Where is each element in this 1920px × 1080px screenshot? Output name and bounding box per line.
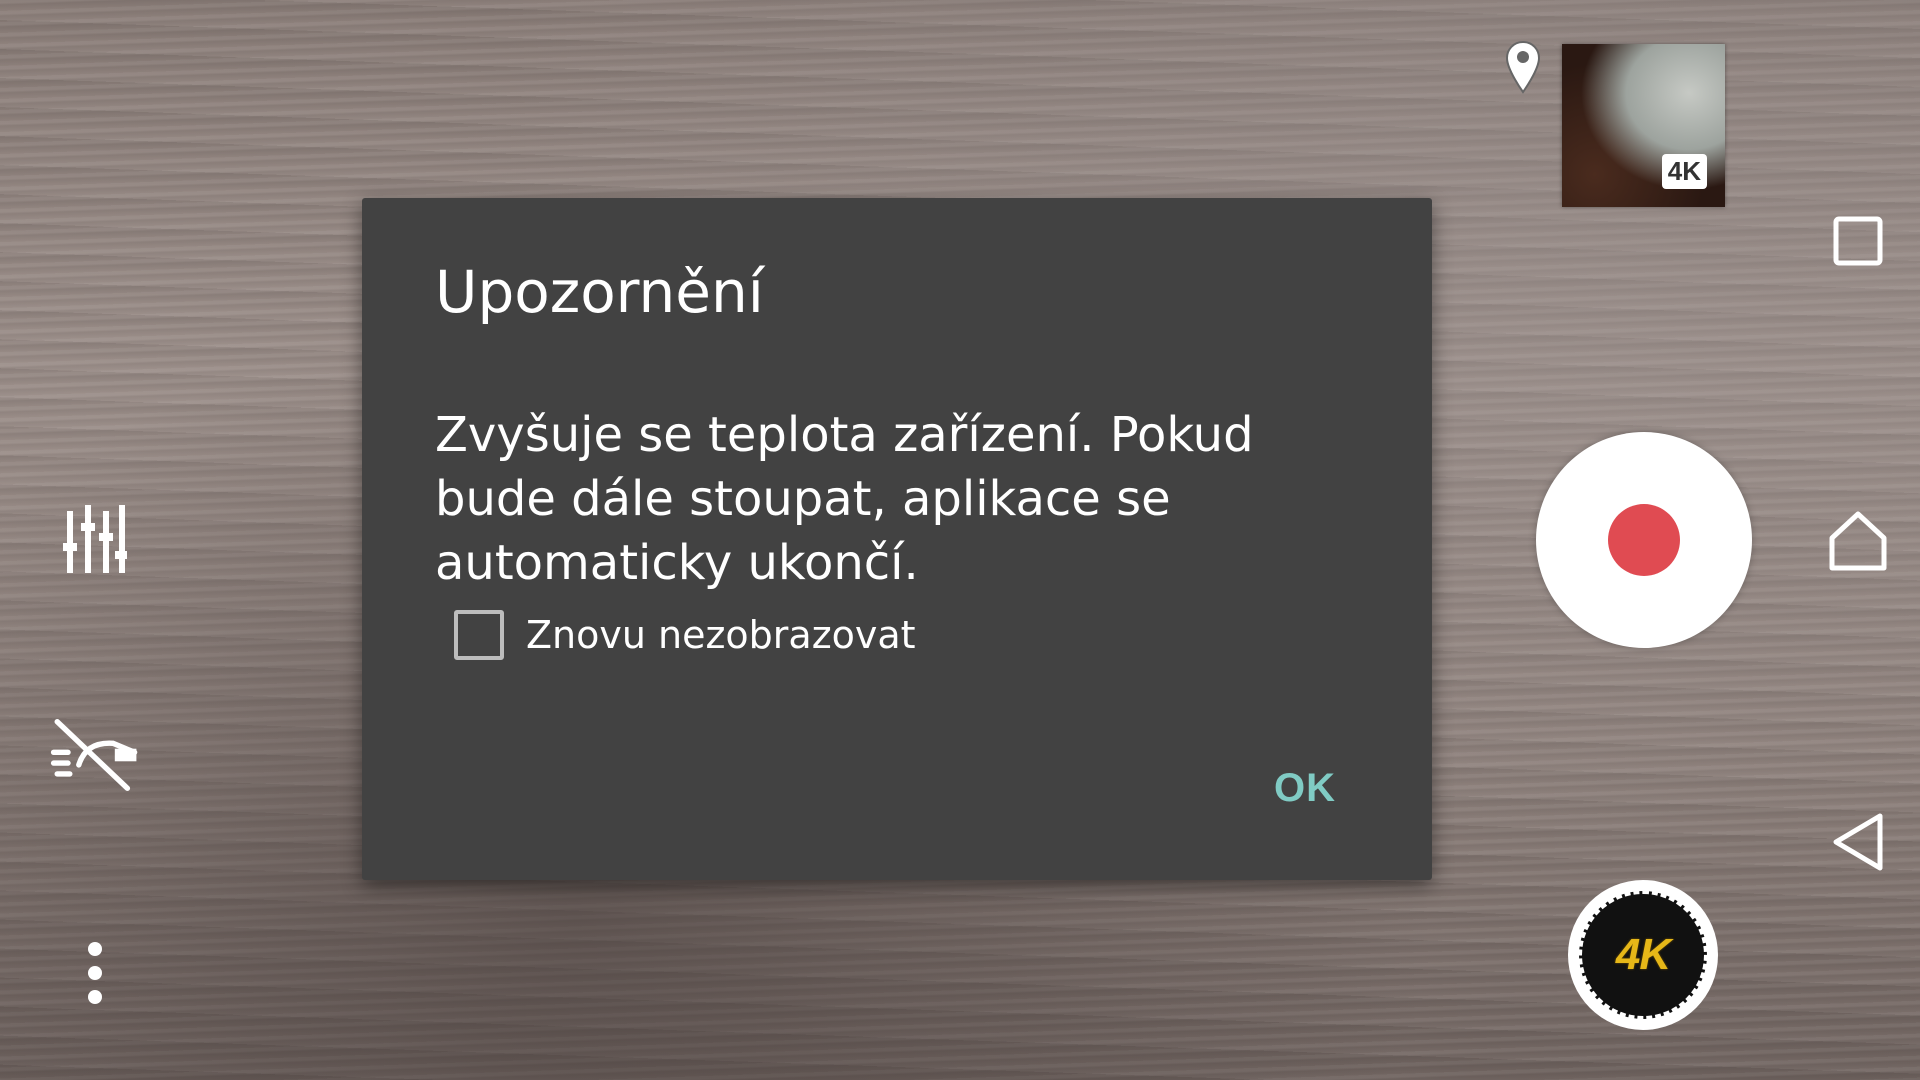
flash-off-glyph	[50, 718, 138, 791]
overheat-warning-dialog: Upozornění Zvyšuje se teplota zařízení. …	[362, 198, 1432, 880]
flash-off-icon[interactable]	[50, 710, 140, 800]
recents-square-icon[interactable]	[1822, 205, 1894, 277]
dialog-title: Upozornění	[435, 258, 764, 326]
last-capture-thumbnail[interactable]: 4K	[1562, 44, 1725, 207]
dont-show-again-label[interactable]: Znovu nezobrazovat	[526, 613, 916, 657]
video-4k-mode-label: 4K	[1615, 930, 1671, 979]
video-4k-mode-button[interactable]: 4K	[1568, 880, 1718, 1030]
geotag-pin-icon	[1505, 40, 1541, 96]
record-button[interactable]	[1536, 432, 1752, 648]
video-4k-mode-ring: 4K	[1579, 891, 1707, 1019]
record-dot-icon	[1608, 504, 1680, 576]
back-triangle-icon[interactable]	[1822, 806, 1894, 878]
more-options-glyph	[88, 942, 102, 1004]
ok-button[interactable]: OK	[1268, 758, 1342, 819]
settings-sliders-glyph	[63, 505, 127, 573]
thumbnail-4k-badge: 4K	[1661, 154, 1707, 189]
dialog-message: Zvyšuje se teplota zařízení. Pokud bude …	[435, 407, 1254, 591]
dont-show-again-checkbox[interactable]	[454, 610, 504, 660]
settings-sliders-icon[interactable]	[50, 495, 140, 585]
dont-show-again-row[interactable]: Znovu nezobrazovat	[454, 610, 916, 660]
home-icon[interactable]	[1822, 505, 1894, 577]
more-options-icon[interactable]	[50, 928, 140, 1018]
